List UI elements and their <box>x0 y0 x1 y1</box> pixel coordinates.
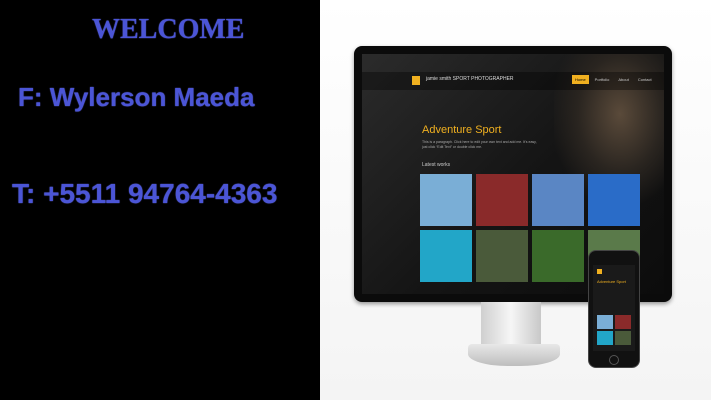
photo-thumb <box>420 230 472 282</box>
phone-site-title: Adventure Sport <box>597 279 626 284</box>
site-nav: Home Portfolio About Contact <box>572 75 655 84</box>
site-latest-label: Latest works <box>422 162 451 168</box>
photo-thumb <box>588 174 640 226</box>
contact-panel: WELCOME F: Wylerson Maeda T: +5511 94764… <box>0 0 320 400</box>
welcome-heading: WELCOME <box>92 14 245 45</box>
photo-thumb <box>532 230 584 282</box>
site-nav-home: Home <box>572 75 589 84</box>
phone-photo-thumb <box>597 315 613 329</box>
monitor-stand-neck <box>481 302 541 346</box>
phone-photo-thumb <box>615 315 631 329</box>
contact-name: F: Wylerson Maeda <box>18 82 255 112</box>
phone-home-button <box>609 355 619 365</box>
phone-logo-icon <box>597 269 602 274</box>
site-hero-text: This is a paragraph. Click here to edit … <box>422 140 537 149</box>
monitor-stand-base <box>468 344 560 366</box>
site-hero-title: Adventure Sport <box>422 124 502 136</box>
site-nav-contact: Contact <box>637 77 652 82</box>
photo-thumb <box>420 174 472 226</box>
site-brand: jamie smith SPORT PHOTOGRAPHER <box>426 76 514 82</box>
phone-screen: Adventure Sport <box>593 265 635 351</box>
photo-thumb <box>532 174 584 226</box>
phone-photo-thumb <box>597 331 613 345</box>
phone-photo-thumb <box>615 331 631 345</box>
site-logo-icon <box>412 76 420 85</box>
phone-device: Adventure Sport <box>588 250 640 368</box>
phone-photo-grid <box>597 315 631 345</box>
photo-thumb <box>476 230 528 282</box>
site-nav-portfolio: Portfolio <box>594 77 610 82</box>
site-nav-about: About <box>618 77 629 82</box>
contact-phone: T: +5511 94764-4363 <box>12 178 278 209</box>
photo-thumb <box>476 174 528 226</box>
